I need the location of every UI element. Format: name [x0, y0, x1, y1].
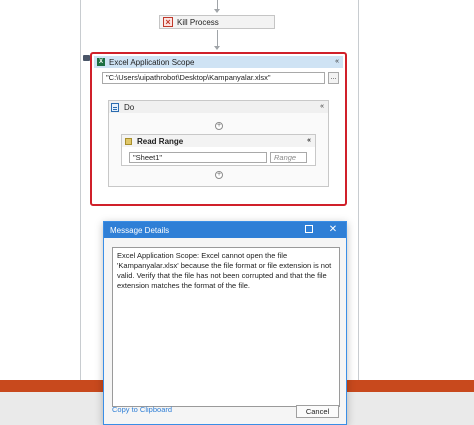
message-details-dialog: Message Details ✕ Excel Application Scop… [103, 221, 347, 425]
do-sequence[interactable]: Do « + Read Range « "Sheet1" Range + [108, 100, 329, 187]
breakpoint-marker-icon [83, 55, 90, 61]
workbook-path-input[interactable]: "C:\Users\uipathrobot\Desktop\Kampanyala… [102, 72, 325, 84]
collapse-read-range-icon[interactable]: « [307, 135, 311, 147]
read-range-title: Read Range [137, 136, 184, 146]
message-text[interactable]: Excel Application Scope: Excel cannot op… [112, 247, 340, 407]
flow-arrow-top [214, 9, 220, 13]
range-input[interactable]: Range [270, 152, 307, 163]
kill-process-label: Kill Process [177, 17, 219, 27]
copy-to-clipboard-link[interactable]: Copy to Clipboard [112, 405, 172, 414]
read-range-header[interactable]: Read Range « [122, 135, 315, 147]
canvas-gutter-left [80, 0, 81, 392]
excel-icon: X [97, 58, 105, 66]
read-range-icon [125, 137, 132, 145]
flow-arrow-middle [214, 46, 220, 50]
do-header[interactable]: Do « [109, 101, 328, 113]
add-activity-bottom-icon[interactable]: + [215, 171, 223, 179]
canvas-gutter-right [358, 0, 359, 392]
add-activity-top-icon[interactable]: + [215, 122, 223, 130]
scope-title: Excel Application Scope [109, 57, 195, 67]
close-icon[interactable]: ✕ [322, 222, 344, 238]
collapse-scope-icon[interactable]: « [335, 56, 339, 68]
read-range-activity[interactable]: Read Range « "Sheet1" Range [121, 134, 316, 166]
collapse-do-icon[interactable]: « [320, 101, 324, 113]
browse-button[interactable]: ... [328, 72, 339, 84]
maximize-icon[interactable] [298, 222, 320, 238]
excel-application-scope[interactable]: X Excel Application Scope « "C:\Users\ui… [90, 52, 347, 206]
cancel-button[interactable]: Cancel [296, 405, 339, 418]
kill-process-activity[interactable]: × Kill Process [159, 15, 275, 29]
kill-process-icon: × [163, 17, 173, 27]
dialog-title: Message Details [110, 225, 170, 235]
dialog-titlebar[interactable]: Message Details ✕ [104, 222, 346, 238]
sheet-name-input[interactable]: "Sheet1" [129, 152, 267, 163]
do-title: Do [124, 102, 135, 112]
sequence-icon [111, 102, 119, 112]
scope-header[interactable]: X Excel Application Scope « [94, 56, 343, 68]
